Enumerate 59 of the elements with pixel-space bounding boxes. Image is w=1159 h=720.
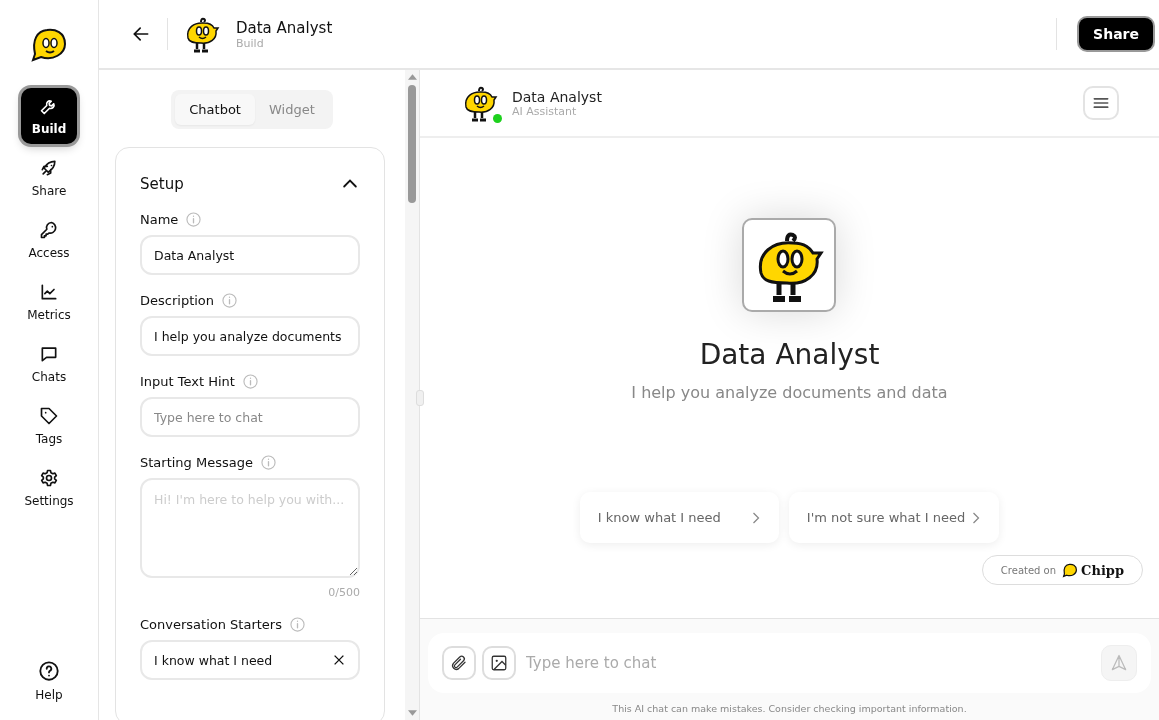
key-icon [39, 220, 59, 240]
nav-item[interactable]: Settings [21, 460, 77, 516]
line-chart-icon [39, 282, 59, 302]
send-button[interactable] [1101, 645, 1137, 681]
text-field[interactable]: Type here to chat [140, 397, 360, 437]
info-icon[interactable] [222, 293, 238, 308]
nav-item[interactable]: Metrics [21, 274, 77, 330]
assistant-name: Data Analyst [512, 88, 602, 105]
info-icon[interactable] [261, 455, 276, 470]
bot-title: Data Analyst [236, 18, 333, 37]
scrollbar[interactable] [405, 70, 419, 720]
image-icon [490, 654, 508, 672]
nav-item[interactable]: Access [21, 212, 77, 268]
section-title: Setup [140, 175, 184, 193]
text-field[interactable]: I help you analyze documents [140, 316, 360, 356]
paperclip-icon [450, 654, 468, 672]
menu-button[interactable] [1083, 86, 1119, 120]
info-icon[interactable] [289, 617, 305, 632]
chevron-right-icon [971, 510, 982, 525]
scroll-down-icon[interactable] [407, 710, 417, 716]
nav-item[interactable]: Build [21, 88, 77, 144]
nav-item[interactable]: Chats [21, 336, 77, 392]
field-label: Conversation Starters [140, 617, 282, 632]
attach-button[interactable] [442, 646, 476, 680]
tab[interactable]: Chatbot [175, 94, 255, 125]
help-nav-item[interactable]: Help [21, 652, 77, 710]
arrow-left-icon [131, 24, 151, 44]
hero-description: I help you analyze documents and data [631, 383, 948, 402]
info-icon[interactable] [186, 212, 202, 227]
scroll-up-icon[interactable] [407, 74, 417, 80]
field-label: Name [140, 212, 179, 227]
hero-title: Data Analyst [699, 338, 880, 371]
conversation-starter[interactable]: I know what I need [579, 492, 779, 543]
chat-bubble-icon [39, 344, 59, 364]
help-icon [38, 660, 60, 682]
text-field[interactable]: Data Analyst [140, 235, 360, 275]
tag-icon [39, 406, 59, 426]
character-counter: 0/500 [328, 586, 360, 599]
rocket-icon [39, 158, 59, 178]
field-label: Description [140, 293, 215, 308]
share-button[interactable]: Share [1079, 18, 1153, 50]
assistant-subtitle: AI Assistant [512, 104, 577, 118]
starter-field[interactable]: I know what I need [140, 640, 360, 680]
resize-handle[interactable] [416, 390, 424, 406]
send-icon [1109, 653, 1129, 673]
settings-icon [39, 468, 59, 488]
disclaimer-text: This AI chat can make mistakes. Consider checking important information. [612, 703, 967, 714]
info-icon[interactable] [242, 374, 258, 389]
close-icon[interactable] [332, 653, 346, 667]
field-label: Starting Message [140, 455, 253, 470]
conversation-starter[interactable]: I'm not sure what I need [788, 492, 1000, 543]
nav-item[interactable]: Tags [21, 398, 77, 454]
mascot-logo-icon [1062, 562, 1079, 578]
page-subtitle: Build [236, 36, 265, 50]
chevron-right-icon [750, 510, 761, 525]
field-label: Input Text Hint [140, 374, 235, 389]
scrollbar-thumb[interactable] [408, 85, 416, 203]
nav-item[interactable]: Share [21, 150, 77, 206]
image-upload-button[interactable] [482, 646, 516, 680]
